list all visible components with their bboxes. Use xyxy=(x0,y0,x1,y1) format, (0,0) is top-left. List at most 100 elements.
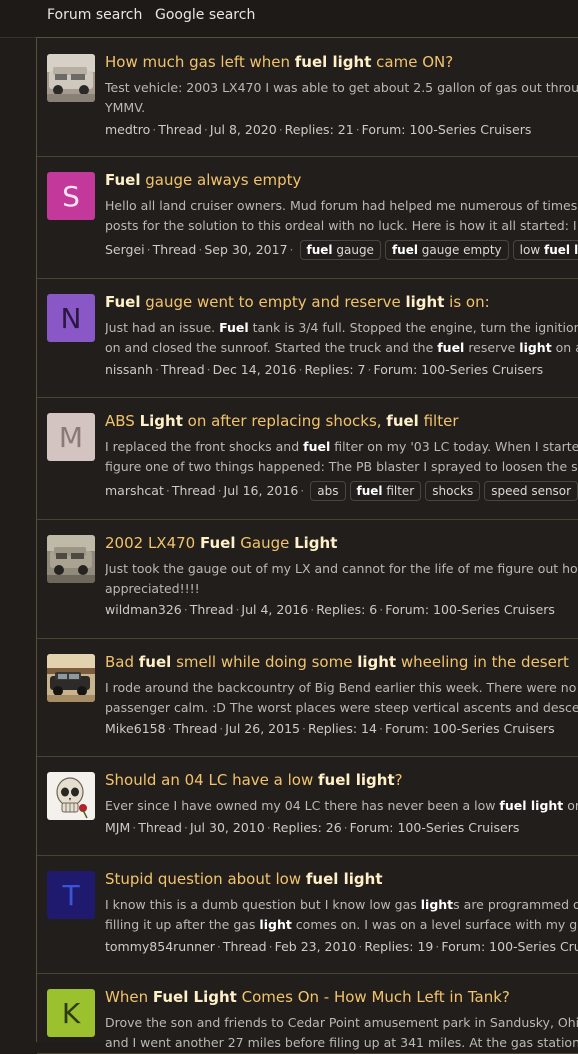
snippet-text: or an xyxy=(567,798,578,813)
result-title-link[interactable]: ABS Light on after replacing shocks, fue… xyxy=(105,412,578,430)
meta-separator: · xyxy=(165,483,170,498)
author-link[interactable]: wildman326 xyxy=(105,602,182,617)
author-link[interactable]: marshcat xyxy=(105,483,164,498)
snippet-line: Just took the gauge out of my LX and can… xyxy=(105,559,578,579)
result-title-link[interactable]: Should an 04 LC have a low fuel light? xyxy=(105,771,578,789)
meta-separator: · xyxy=(289,242,294,257)
author-link[interactable]: Mike6158 xyxy=(105,721,166,736)
snippet-line: and I went another 27 miles before filin… xyxy=(105,1033,578,1053)
tag-chip[interactable]: low fuel lig xyxy=(512,240,578,260)
author-link[interactable]: Sergei xyxy=(105,242,145,257)
forum-link[interactable]: Forum: 100-Series Cruisers xyxy=(373,362,543,377)
tag-chip[interactable]: abs xyxy=(310,481,346,501)
snippet-line: I rode around the backcountry of Big Ben… xyxy=(105,678,578,698)
tag-chip[interactable]: speed sensor xyxy=(484,481,578,501)
tab-google-search[interactable]: Google search xyxy=(155,7,255,23)
snippet-text: I rode around the backcountry of Big Ben… xyxy=(105,680,578,695)
suv-photo-avatar[interactable] xyxy=(47,54,95,102)
tag-chip[interactable]: fuel filter xyxy=(349,481,422,501)
highlighted-term: Fuel xyxy=(105,293,141,311)
author-link[interactable]: MJM xyxy=(105,820,130,835)
meta-separator: · xyxy=(216,939,221,954)
snippet-text: Just had an issue. xyxy=(105,320,220,335)
title-text: smell while doing some xyxy=(171,653,358,671)
highlighted-term: lig xyxy=(574,243,578,257)
snippet-line: I know this is a dumb question but I kno… xyxy=(105,895,578,915)
avatar[interactable]: S xyxy=(47,172,95,220)
highlighted-term: fuel xyxy=(437,340,465,355)
snippet-text: Just took the gauge out of my LX and can… xyxy=(105,561,578,576)
snippet-line: passenger calm. :D The worst places were… xyxy=(105,698,578,718)
post-date: Sep 30, 2017 xyxy=(204,242,288,257)
snippet-text: on and closed the sunroof. Started the t… xyxy=(105,340,438,355)
snippet-line: Hello all land cruiser owners. Mud forum… xyxy=(105,196,578,216)
meta-separator: · xyxy=(152,122,157,137)
forum-link[interactable]: Forum: 100-Series Cruisers xyxy=(362,122,532,137)
search-result-item: 2002 LX470 Fuel Gauge Light Just took the… xyxy=(37,519,578,639)
tag-chip[interactable]: shocks xyxy=(425,481,481,501)
forum-link[interactable]: Forum: 100-Series Cru xyxy=(441,939,578,954)
forum-link[interactable]: Forum: 100-Series Cruisers xyxy=(385,721,555,736)
avatar[interactable]: M xyxy=(47,413,95,461)
author-link[interactable]: medtro xyxy=(105,122,150,137)
snippet-text: comes on. I was on a level surface with … xyxy=(291,917,578,932)
avatar[interactable]: K xyxy=(47,989,95,1037)
meta-separator: · xyxy=(217,483,222,498)
tag-text: speed sensor xyxy=(491,484,572,498)
highlighted-term: Light xyxy=(294,534,338,552)
snippet-text: figure one of two things happened: The P… xyxy=(105,459,578,474)
result-snippet: Test vehicle: 2003 LX470 I was able to g… xyxy=(105,78,578,118)
avatar[interactable]: T xyxy=(47,871,95,919)
result-title-link[interactable]: How much gas left when fuel light came O… xyxy=(105,53,578,71)
snippet-line: figure one of two things happened: The P… xyxy=(105,457,578,477)
meta-separator: · xyxy=(183,820,188,835)
title-text: on after replacing shocks, xyxy=(182,412,387,430)
snippet-line: on and closed the sunroof. Started the t… xyxy=(105,338,578,358)
search-result-item: N Fuel gauge went to empty and reserve li… xyxy=(37,278,578,398)
content-type: Thread xyxy=(138,820,182,835)
snippet-text: filling it up after the gas xyxy=(105,917,260,932)
avatar[interactable]: N xyxy=(47,294,95,342)
meta-separator: · xyxy=(154,362,159,377)
author-link[interactable]: tommy854runner xyxy=(105,939,215,954)
title-text: Bad xyxy=(105,653,139,671)
snippet-line: posts for the solution to this ordeal wi… xyxy=(105,216,578,236)
snippet-line: Just had an issue. Fuel tank is 3/4 full… xyxy=(105,318,578,338)
lx470-photo-avatar[interactable] xyxy=(47,535,95,583)
forum-link[interactable]: Forum: 100-Series Cruisers xyxy=(385,602,555,617)
result-title-link[interactable]: When Fuel Light Comes On - How Much Left… xyxy=(105,988,578,1006)
highlighted-term: light xyxy=(405,293,445,311)
snippet-text: s are programmed on xyxy=(453,897,578,912)
tag-chip[interactable]: fuel gauge xyxy=(299,240,381,260)
result-meta: Mike6158 · Thread · Jul 26, 2015 · Replies: 14… xyxy=(105,721,578,736)
desert-truck-avatar[interactable] xyxy=(47,654,95,702)
snippet-line: Drove the son and friends to Cedar Point… xyxy=(105,1013,578,1033)
result-title-link[interactable]: 2002 LX470 Fuel Gauge Light xyxy=(105,534,578,552)
content-type: Thread xyxy=(171,483,216,498)
highlighted-term: Fuel xyxy=(219,320,249,335)
post-date: Jul 16, 2016 xyxy=(223,483,299,498)
content-type: Thread xyxy=(189,602,234,617)
result-title-link[interactable]: Stupid question about low fuel light xyxy=(105,870,578,888)
meta-separator: · xyxy=(167,721,172,736)
snippet-text: Drove the son and friends to Cedar Point… xyxy=(105,1015,578,1030)
content-type: Thread xyxy=(158,122,202,137)
tab-forum-search[interactable]: Forum search xyxy=(47,7,142,23)
snippet-line: filling it up after the gas light comes … xyxy=(105,915,578,935)
title-text: When xyxy=(105,988,153,1006)
author-link[interactable]: nissanh xyxy=(105,362,153,377)
result-title-link[interactable]: Fuel gauge went to empty and reserve lig… xyxy=(105,293,578,311)
meta-separator: · xyxy=(310,602,315,617)
highlighted-term: Fuel xyxy=(105,171,141,189)
skull-avatar[interactable] xyxy=(47,772,95,820)
meta-separator: · xyxy=(343,820,348,835)
tag-text: gauge empty xyxy=(417,243,502,257)
forum-link[interactable]: Forum: 100-Series Cruisers xyxy=(350,820,520,835)
content-type: Thread xyxy=(152,242,197,257)
search-result-item: Bad fuel smell while doing some light wh… xyxy=(37,638,578,757)
meta-separator: · xyxy=(268,939,273,954)
tag-chip[interactable]: fuel gauge empty xyxy=(384,240,509,260)
result-title-link[interactable]: Bad fuel smell while doing some light wh… xyxy=(105,653,578,671)
result-title-link[interactable]: Fuel gauge always empty xyxy=(105,171,578,189)
highlighted-term: fuel light xyxy=(499,798,564,813)
